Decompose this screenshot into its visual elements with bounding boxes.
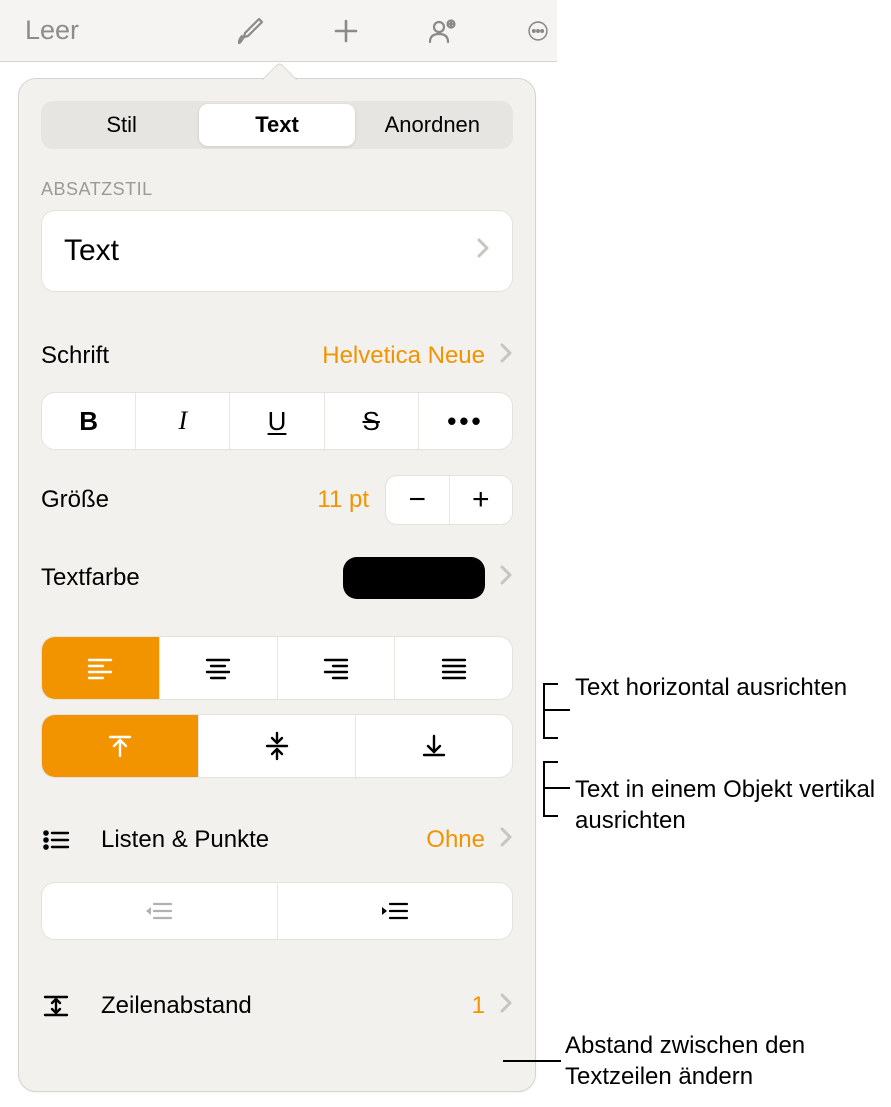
align-bottom-button[interactable]	[355, 715, 512, 777]
increase-indent-button[interactable]	[277, 883, 513, 939]
callout-horizontal-align: Text horizontal ausrichten	[575, 672, 847, 703]
align-right-button[interactable]	[277, 637, 395, 699]
lists-value: Ohne	[426, 826, 485, 854]
line-spacing-value: 1	[472, 992, 485, 1020]
size-label: Größe	[41, 486, 109, 514]
line-spacing-row[interactable]: Zeilenabstand 1	[41, 978, 513, 1034]
font-size-row: Größe 11 pt − +	[41, 472, 513, 528]
list-icon	[41, 825, 71, 855]
callout-line	[543, 761, 545, 816]
callout-line	[543, 683, 558, 685]
format-popover: Stil Text Anordnen ABSATZSTIL Text Schri…	[18, 78, 536, 1092]
align-justify-button[interactable]	[394, 637, 512, 699]
text-color-label: Textfarbe	[41, 564, 140, 592]
callout-line	[503, 1060, 561, 1062]
underline-button[interactable]: U	[229, 393, 323, 449]
paintbrush-icon[interactable]	[231, 12, 269, 50]
collaborate-icon[interactable]	[423, 12, 461, 50]
callout-line	[543, 737, 558, 739]
vertical-align-row	[41, 714, 513, 778]
lists-label: Listen & Punkte	[101, 826, 269, 854]
size-value: 11 pt	[317, 486, 369, 514]
callout-line	[543, 761, 558, 763]
callout-vertical-align: Text in einem Objekt vertikal ausrichten	[575, 774, 891, 836]
more-icon[interactable]	[519, 12, 557, 50]
lists-bullets-row[interactable]: Listen & Punkte Ohne	[41, 812, 513, 868]
strikethrough-button[interactable]: S	[324, 393, 418, 449]
chevron-right-icon	[499, 564, 513, 592]
font-value: Helvetica Neue	[322, 342, 485, 370]
chevron-right-icon	[476, 237, 490, 265]
tab-anordnen[interactable]: Anordnen	[355, 104, 510, 146]
tab-stil[interactable]: Stil	[44, 104, 199, 146]
chevron-right-icon	[499, 826, 513, 854]
horizontal-align-row	[41, 636, 513, 700]
italic-button[interactable]: I	[135, 393, 229, 449]
size-increase-button[interactable]: +	[449, 476, 513, 524]
font-label: Schrift	[41, 342, 109, 370]
font-style-buttons: B I U S •••	[41, 392, 513, 450]
callout-line	[543, 787, 570, 789]
more-text-options-button[interactable]: •••	[418, 393, 512, 449]
align-left-button[interactable]	[42, 637, 159, 699]
callout-line-spacing: Abstand zwischen den Textzeilen ändern	[565, 1030, 891, 1092]
indent-row	[41, 882, 513, 940]
top-toolbar: Leer	[0, 0, 557, 62]
line-spacing-label: Zeilenabstand	[101, 992, 252, 1020]
alignment-groups	[41, 636, 513, 778]
tab-segment: Stil Text Anordnen	[41, 101, 513, 149]
align-top-button[interactable]	[42, 715, 198, 777]
line-spacing-icon	[41, 991, 71, 1021]
font-row[interactable]: Schrift Helvetica Neue	[41, 328, 513, 384]
align-center-button[interactable]	[159, 637, 277, 699]
text-color-swatch[interactable]	[343, 557, 485, 599]
size-stepper: − +	[385, 475, 513, 525]
bold-button[interactable]: B	[42, 393, 135, 449]
align-middle-button[interactable]	[198, 715, 355, 777]
paragraph-style-value: Text	[64, 234, 119, 268]
chevron-right-icon	[499, 992, 513, 1020]
paragraph-style-row[interactable]: Text	[41, 210, 513, 292]
chevron-right-icon	[499, 342, 513, 370]
size-decrease-button[interactable]: −	[386, 476, 449, 524]
callout-line	[543, 709, 570, 711]
plus-icon[interactable]	[327, 12, 365, 50]
document-title: Leer	[25, 15, 95, 46]
callout-line	[543, 683, 545, 738]
paragraph-style-heading: ABSATZSTIL	[41, 179, 513, 200]
callout-line	[543, 815, 558, 817]
tab-text[interactable]: Text	[199, 104, 354, 146]
text-color-row[interactable]: Textfarbe	[41, 550, 513, 606]
decrease-indent-button[interactable]	[42, 883, 277, 939]
